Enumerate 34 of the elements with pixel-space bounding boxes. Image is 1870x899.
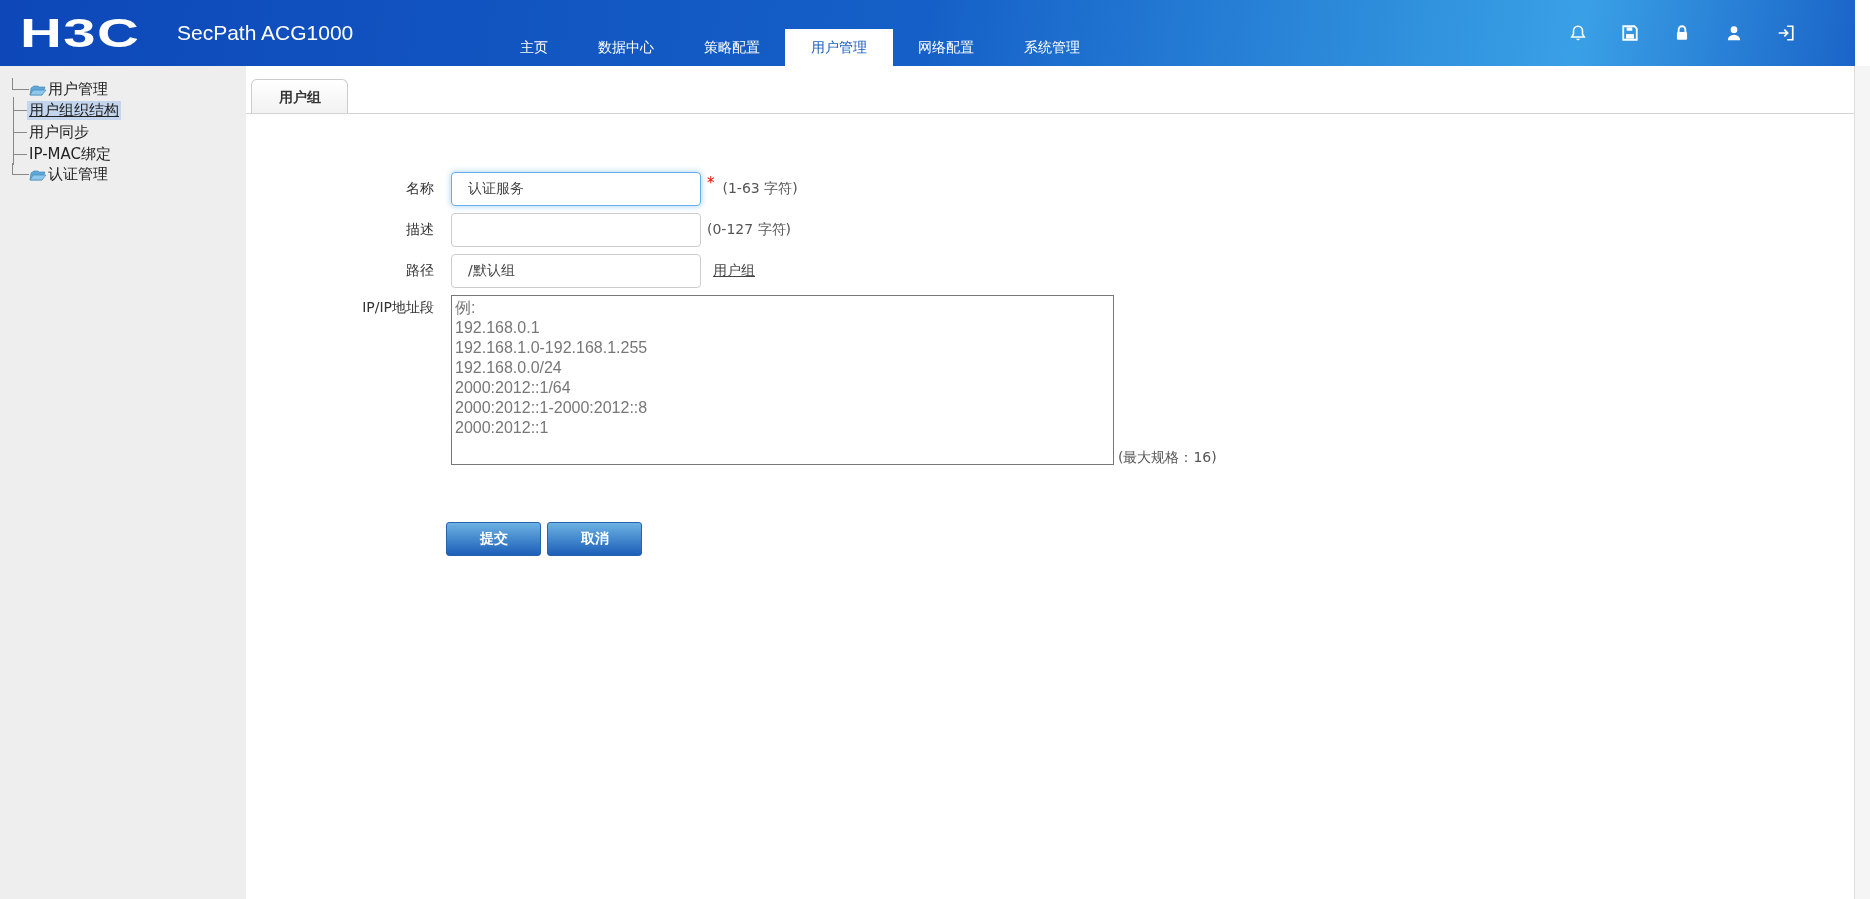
user-icon[interactable] bbox=[1725, 24, 1743, 42]
input-field[interactable]: /默认组 bbox=[451, 254, 701, 288]
tab[interactable]: 用户组 bbox=[251, 79, 348, 113]
product-name: SecPath ACG1000 bbox=[177, 21, 354, 45]
hint-text: (0-127 字符) bbox=[707, 221, 792, 239]
nav-tab[interactable]: 数据中心 bbox=[573, 29, 679, 66]
input-field[interactable]: 认证服务 bbox=[451, 172, 701, 206]
logout-icon[interactable] bbox=[1777, 24, 1795, 42]
nav-tab[interactable]: 网络配置 bbox=[893, 29, 999, 66]
field-label: IP/IP地址段 bbox=[361, 298, 435, 317]
field-label: 描述 bbox=[405, 221, 435, 239]
save-icon[interactable] bbox=[1621, 24, 1639, 42]
hint-text: (最大规格：16) bbox=[1118, 449, 1217, 467]
bell-icon[interactable] bbox=[1569, 24, 1587, 42]
form-button[interactable]: 提交 bbox=[446, 522, 541, 556]
tree-item[interactable]: IP-MAC绑定 bbox=[27, 144, 113, 164]
folder-icon bbox=[29, 82, 47, 97]
ip-address-field[interactable]: 例: 192.168.0.1 192.168.1.0-192.168.1.255 192.168.0.0/24 2000:2012::1/64 2000:2012::1-2000:2012::8 2000:2012::1 bbox=[451, 295, 1114, 465]
required-mark: * bbox=[707, 174, 715, 192]
folder-icon bbox=[29, 167, 47, 182]
link[interactable]: 用户组 bbox=[713, 262, 755, 280]
tree-item[interactable]: 用户同步 bbox=[27, 122, 91, 142]
input-field[interactable] bbox=[451, 213, 701, 247]
nav-tab[interactable]: 主页 bbox=[495, 29, 573, 66]
nav-tab[interactable]: 策略配置 bbox=[679, 29, 785, 66]
field-label: 路径 bbox=[405, 262, 435, 280]
tree-item[interactable]: 用户组织结构 bbox=[27, 100, 121, 120]
nav-tab[interactable]: 系统管理 bbox=[999, 29, 1105, 66]
tree-item[interactable]: 用户管理 bbox=[48, 80, 108, 99]
field-label: 名称 bbox=[405, 180, 435, 198]
form-button[interactable]: 取消 bbox=[547, 522, 642, 556]
tree-item[interactable]: 认证管理 bbox=[48, 165, 108, 184]
nav-tab[interactable]: 用户管理 bbox=[785, 29, 893, 66]
hint-text: (1-63 字符) bbox=[722, 180, 798, 198]
